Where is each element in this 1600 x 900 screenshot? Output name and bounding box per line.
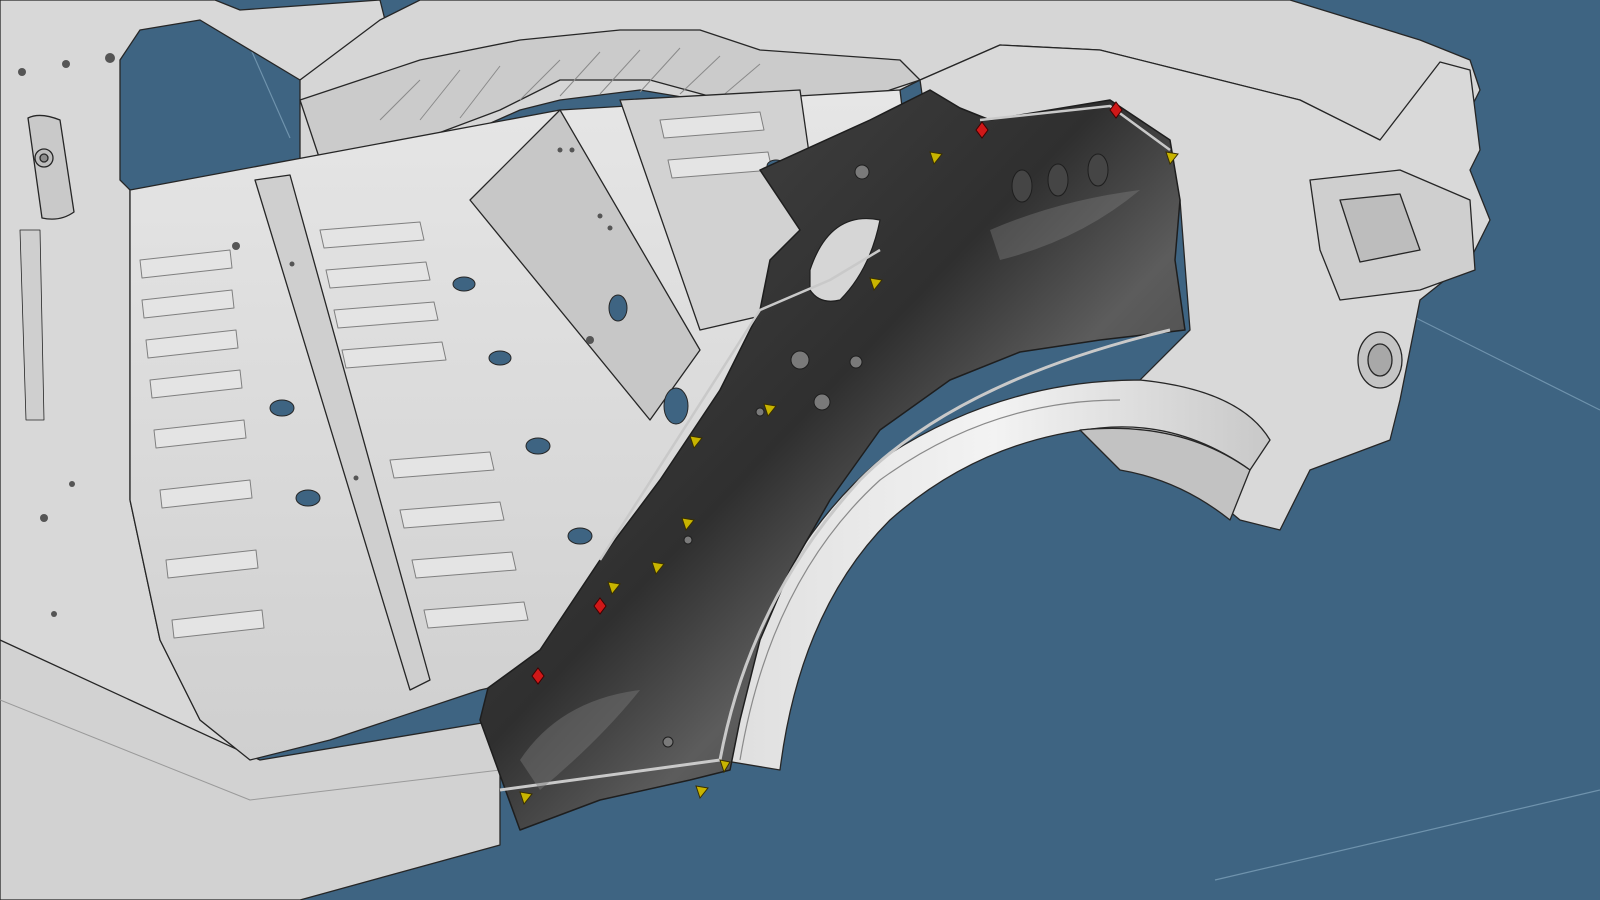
3d-viewport[interactable] <box>0 0 1600 900</box>
triangle-marker-icon <box>695 785 709 800</box>
cad-scene[interactable] <box>0 0 1600 900</box>
